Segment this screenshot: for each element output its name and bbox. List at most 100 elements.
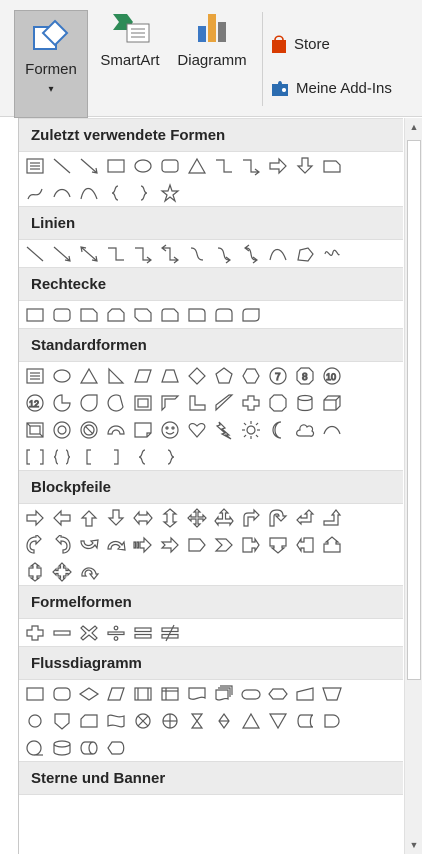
donut-icon[interactable]: [50, 419, 74, 441]
callout-down-icon[interactable]: [266, 534, 290, 556]
lr-arrow-icon[interactable]: [131, 507, 155, 529]
equal-icon[interactable]: [131, 622, 155, 644]
cube-icon[interactable]: [320, 392, 344, 414]
elbow-arrow-icon[interactable]: [239, 155, 263, 177]
seq-access-icon[interactable]: [23, 737, 47, 759]
block-arc-icon[interactable]: [104, 419, 128, 441]
curve-double-icon[interactable]: [239, 243, 263, 265]
callout-right-icon[interactable]: [239, 534, 263, 556]
scribble-icon[interactable]: [320, 243, 344, 265]
merge-icon[interactable]: [266, 710, 290, 732]
callout-left-icon[interactable]: [293, 534, 317, 556]
up-arrow-icon[interactable]: [77, 507, 101, 529]
n7-icon[interactable]: 7: [266, 365, 290, 387]
brace-right-icon[interactable]: [131, 182, 155, 204]
moon-icon[interactable]: [266, 419, 290, 441]
elbow-icon[interactable]: [104, 243, 128, 265]
curved-left-icon[interactable]: [50, 534, 74, 556]
ud-arrow-icon[interactable]: [158, 507, 182, 529]
round-same-icon[interactable]: [212, 304, 236, 326]
or-icon[interactable]: [158, 710, 182, 732]
striped-icon[interactable]: [131, 534, 155, 556]
manual-op-icon[interactable]: [320, 683, 344, 705]
card-icon[interactable]: [77, 710, 101, 732]
elbow-arrow-icon[interactable]: [131, 243, 155, 265]
arc-icon[interactable]: [320, 419, 344, 441]
snip2-icon[interactable]: [104, 304, 128, 326]
half-frame-icon[interactable]: [158, 392, 182, 414]
curve-icon[interactable]: [77, 182, 101, 204]
n12-icon[interactable]: 12: [23, 392, 47, 414]
brace-pair-icon[interactable]: [50, 446, 74, 468]
arrow-line-icon[interactable]: [50, 243, 74, 265]
down-arrow-icon[interactable]: [293, 155, 317, 177]
multidoc-icon[interactable]: [212, 683, 236, 705]
display-icon[interactable]: [104, 737, 128, 759]
left-arrow-icon[interactable]: [50, 507, 74, 529]
data-icon[interactable]: [104, 683, 128, 705]
brace-left-icon[interactable]: [131, 446, 155, 468]
manual-input-icon[interactable]: [293, 683, 317, 705]
triangle-icon[interactable]: [185, 155, 209, 177]
diag-stripe-icon[interactable]: [212, 392, 236, 414]
notched-icon[interactable]: [158, 534, 182, 556]
elbow-double-icon[interactable]: [158, 243, 182, 265]
decision-icon[interactable]: [77, 683, 101, 705]
preparation-icon[interactable]: [266, 683, 290, 705]
chevron-icon[interactable]: [212, 534, 236, 556]
rounded-rect-icon[interactable]: [158, 155, 182, 177]
right-arrow-icon[interactable]: [266, 155, 290, 177]
curve-arrow-icon[interactable]: [212, 243, 236, 265]
curved-right-icon[interactable]: [23, 534, 47, 556]
right-triangle-icon[interactable]: [104, 365, 128, 387]
internal-icon[interactable]: [158, 683, 182, 705]
n10-icon[interactable]: 10: [320, 365, 344, 387]
callout-quad-icon[interactable]: [50, 561, 74, 583]
no-symbol-icon[interactable]: [77, 419, 101, 441]
delay-icon[interactable]: [320, 710, 344, 732]
oval-icon[interactable]: [131, 155, 155, 177]
callout-up-icon[interactable]: [320, 534, 344, 556]
u-turn-icon[interactable]: [266, 507, 290, 529]
left-up-icon[interactable]: [293, 507, 317, 529]
not-equal-icon[interactable]: [158, 622, 182, 644]
direct-access-icon[interactable]: [77, 737, 101, 759]
arc-icon[interactable]: [50, 182, 74, 204]
triangle-icon[interactable]: [77, 365, 101, 387]
line-icon[interactable]: [23, 243, 47, 265]
diagramm-button[interactable]: Diagramm: [170, 8, 254, 69]
curve-icon[interactable]: [266, 243, 290, 265]
sort-icon[interactable]: [212, 710, 236, 732]
elbow-icon[interactable]: [212, 155, 236, 177]
scroll-up-icon[interactable]: ▲: [405, 118, 422, 136]
round-one-icon[interactable]: [185, 304, 209, 326]
store-button[interactable]: Store: [270, 34, 330, 54]
bevel-icon[interactable]: [23, 419, 47, 441]
n8-icon[interactable]: 8: [293, 365, 317, 387]
round-diag-icon[interactable]: [239, 304, 263, 326]
scroll-thumb[interactable]: [407, 140, 421, 680]
cross-icon[interactable]: [239, 392, 263, 414]
right-arrow-icon[interactable]: [23, 507, 47, 529]
punched-tape-icon[interactable]: [104, 710, 128, 732]
callout-ud-icon[interactable]: [23, 561, 47, 583]
lightning-icon[interactable]: [212, 419, 236, 441]
bent-arrow-icon[interactable]: [239, 507, 263, 529]
stored-data-icon[interactable]: [293, 710, 317, 732]
brace-right-icon[interactable]: [158, 446, 182, 468]
bracket-pair-icon[interactable]: [23, 446, 47, 468]
teardrop-icon[interactable]: [77, 392, 101, 414]
heart-icon[interactable]: [185, 419, 209, 441]
cloud-icon[interactable]: [293, 419, 317, 441]
arrow-line-icon[interactable]: [77, 155, 101, 177]
curved-down-icon[interactable]: [104, 534, 128, 556]
scroll-down-icon[interactable]: ▼: [405, 836, 422, 854]
lru-arrow-icon[interactable]: [212, 507, 236, 529]
double-line-icon[interactable]: [77, 243, 101, 265]
chord-icon[interactable]: [104, 392, 128, 414]
divide-icon[interactable]: [104, 622, 128, 644]
snip1-icon[interactable]: [77, 304, 101, 326]
rect-icon[interactable]: [104, 155, 128, 177]
frame-icon[interactable]: [131, 392, 155, 414]
scrollbar[interactable]: ▲ ▼: [404, 118, 422, 854]
